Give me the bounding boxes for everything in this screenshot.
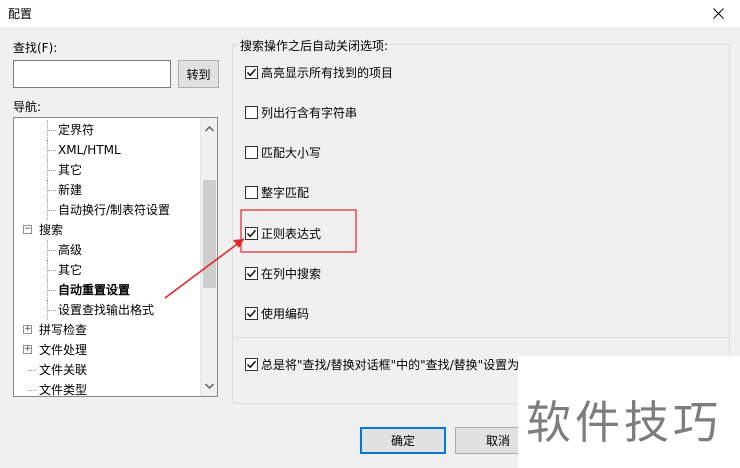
expand-icon[interactable]: +	[23, 325, 32, 334]
ok-button[interactable]: 确定	[360, 427, 446, 454]
collapse-icon[interactable]: −	[23, 225, 32, 234]
scroll-thumb[interactable]	[203, 180, 216, 288]
tree-guide	[48, 190, 56, 191]
dialog-title: 配置	[8, 7, 33, 21]
option-row[interactable]: 总是将"查找/替换对话框"中的"查找/替换"设置为	[245, 356, 519, 372]
separator	[233, 337, 730, 338]
tree-item[interactable]: 定界符	[58, 120, 94, 140]
close-icon	[712, 8, 724, 19]
tree-guide	[48, 170, 56, 171]
option-row[interactable]: 高亮显示所有找到的项目	[245, 64, 393, 80]
option-checkbox[interactable]	[245, 226, 258, 240]
tree-guide	[48, 290, 56, 291]
checkmark-icon	[246, 360, 257, 368]
option-checkbox[interactable]	[245, 146, 258, 160]
checkmark-icon	[246, 68, 257, 76]
close-button[interactable]	[696, 0, 740, 27]
checkmark-icon	[246, 229, 257, 238]
option-label: 高亮显示所有找到的项目	[261, 65, 394, 80]
checkmark-icon	[246, 310, 257, 318]
expand-icon[interactable]: +	[23, 345, 32, 354]
option-checkbox[interactable]	[245, 105, 258, 119]
tree-item[interactable]: 自动换行/制表符设置	[58, 200, 170, 220]
option-checkbox[interactable]	[245, 357, 258, 371]
checkmark-icon	[246, 269, 257, 278]
option-label: 使用编码	[261, 307, 310, 322]
tree-guide	[48, 310, 56, 311]
option-checkbox[interactable]	[245, 65, 258, 79]
option-row[interactable]: 在列中搜索	[245, 266, 321, 282]
tree-item[interactable]: 高级	[58, 240, 82, 260]
scroll-down-icon[interactable]	[201, 377, 217, 394]
option-checkbox[interactable]	[245, 186, 258, 200]
watermark-text: 软件技巧	[526, 396, 723, 449]
find-input[interactable]	[13, 60, 171, 88]
tree-guide	[48, 250, 56, 251]
tree-item[interactable]: 搜索	[39, 220, 63, 240]
option-label: 正则表达式	[261, 226, 322, 241]
option-checkbox[interactable]	[245, 307, 258, 321]
tree-item[interactable]: 文件处理	[39, 340, 87, 360]
tree-item[interactable]: 文件类型	[39, 380, 87, 396]
find-label: 查找(F):	[13, 41, 58, 55]
tree-item[interactable]: 自动重置设置	[58, 280, 130, 300]
title-bar: 配置	[0, 0, 740, 27]
tree-item[interactable]: 文件关联	[39, 360, 87, 380]
option-label: 总是将"查找/替换对话框"中的"查找/替换"设置为	[261, 357, 520, 372]
option-label: 匹配大小写	[261, 146, 322, 161]
option-checkbox[interactable]	[245, 267, 258, 280]
options-group-title: 搜索操作之后自动关闭选项:	[238, 37, 391, 54]
tree-item[interactable]: 其它	[58, 260, 82, 280]
tree-guide	[28, 370, 36, 371]
tree-item[interactable]: 设置查找输出格式	[58, 300, 154, 320]
option-label: 整字匹配	[261, 186, 310, 201]
tree-item[interactable]: 拼写检查	[39, 320, 87, 340]
navigation-tree[interactable]: 定界符 XML/HTML 其它 新建 自动换行/制表符设置 搜索 − 高级 其它 自动重置设置 设置…	[13, 117, 218, 397]
scroll-up-icon[interactable]	[201, 120, 217, 137]
option-label: 列出行含有字符串	[261, 105, 358, 120]
option-label: 在列中搜索	[261, 267, 322, 281]
option-row[interactable]: 正则表达式	[245, 225, 321, 241]
tree-guide	[28, 390, 36, 391]
tree-item[interactable]: XML/HTML	[58, 140, 121, 160]
tree-scrollbar[interactable]	[200, 118, 217, 396]
option-row[interactable]: 使用编码	[245, 306, 309, 322]
option-row[interactable]: 整字匹配	[245, 185, 309, 201]
tree-item[interactable]: 其它	[58, 160, 82, 180]
option-row[interactable]: 列出行含有字符串	[245, 104, 357, 120]
config-dialog: 配置 查找(F): 转到 导航: 定界符 XML/HTML 其它 新建 自动换行/制表符…	[0, 0, 740, 468]
tree-item[interactable]: 新建	[58, 180, 82, 200]
option-row[interactable]: 匹配大小写	[245, 145, 321, 161]
goto-button[interactable]: 转到	[178, 60, 219, 88]
tree-guide	[48, 130, 56, 131]
tree-guide	[48, 210, 56, 211]
tree-guide	[48, 150, 56, 151]
tree-guide	[48, 270, 56, 271]
nav-label: 导航:	[13, 100, 42, 114]
